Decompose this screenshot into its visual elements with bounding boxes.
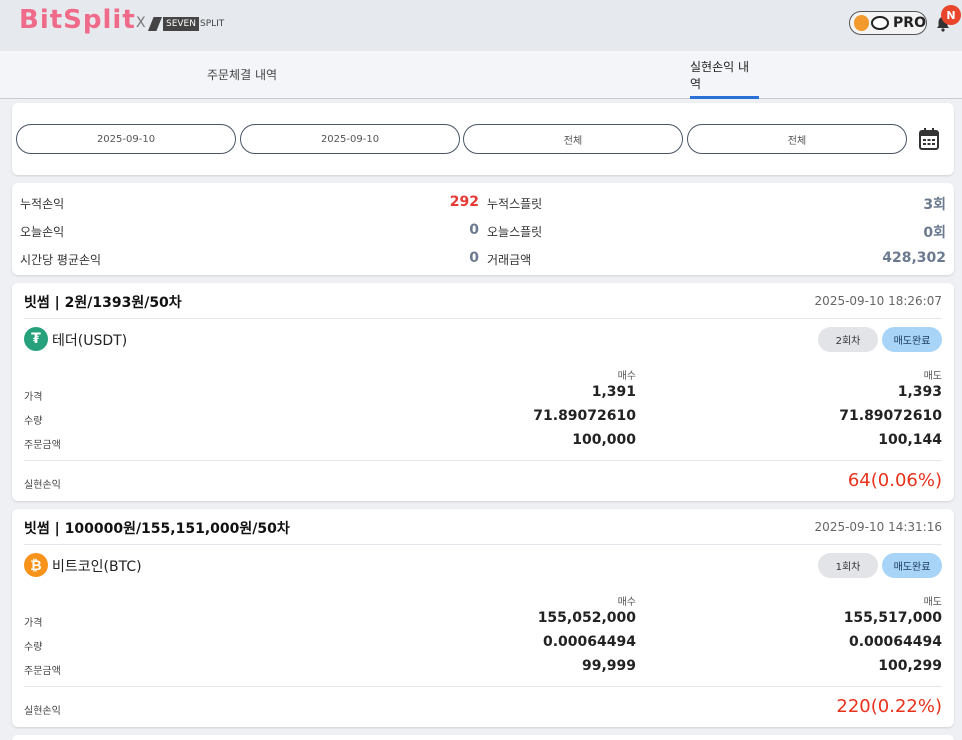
bitsplit-logo[interactable]: BitSplit xyxy=(19,5,136,35)
avg-pnl-label: 시간당 평균손익 xyxy=(20,253,102,267)
divider xyxy=(24,544,942,545)
trade-time: 2025-09-10 18:26:07 xyxy=(814,294,942,308)
fox-mascot-icon xyxy=(854,15,870,31)
pro-label: PRO xyxy=(893,15,926,31)
buy-column-header: 매수 xyxy=(617,371,636,382)
today-pnl-label: 오늘손익 xyxy=(20,225,65,239)
round-badge: 1회차 xyxy=(818,553,878,578)
today-split-label: 오늘스플릿 xyxy=(487,225,543,239)
today-split-value: 0회 xyxy=(923,225,946,241)
logo-separator: X xyxy=(136,15,146,31)
amount-label: 주문금액 xyxy=(24,440,61,451)
buy-price: 1,391 xyxy=(591,384,636,400)
avg-pnl-value: 0 xyxy=(469,250,479,266)
buy-column-header: 매수 xyxy=(617,597,636,608)
usdt-icon: ₮ xyxy=(24,327,48,351)
volume-label: 거래금액 xyxy=(487,253,532,267)
partner-split-text: SPLIT xyxy=(199,19,225,29)
status-badge: 매도완료 xyxy=(882,327,942,352)
trade-title: 빗썸 | 2원/1393원/50차 xyxy=(24,295,182,311)
end-date-field[interactable]: 2025-09-10 xyxy=(240,124,460,154)
sell-qty: 0.00064494 xyxy=(849,634,942,650)
filter-select-2[interactable]: 전체 xyxy=(687,124,907,154)
sell-column-header: 매도 xyxy=(923,597,942,608)
divider xyxy=(24,318,942,319)
pnl-label: 실현손익 xyxy=(24,706,61,717)
sevensplit-logo: SEVEN SPLIT xyxy=(148,17,224,31)
filter-select-1[interactable]: 전체 xyxy=(463,124,683,154)
round-badge: 2회차 xyxy=(818,327,878,352)
start-date-field[interactable]: 2025-09-10 xyxy=(16,124,236,154)
tab-bar: 주문체결 내역 실현손익 내역 xyxy=(0,51,962,99)
today-pnl-value: 0 xyxy=(469,222,479,238)
summary-row: 오늘손익 0 오늘스플릿 0회 xyxy=(12,216,954,244)
slash-mark xyxy=(148,17,162,31)
sell-amount: 100,299 xyxy=(878,658,942,674)
buy-qty: 71.89072610 xyxy=(533,408,636,424)
trade-card-partial[interactable] xyxy=(12,735,954,740)
cum-split-value: 3회 xyxy=(923,197,946,213)
pro-badge[interactable]: PRO xyxy=(849,11,927,35)
trade-card[interactable]: 빗썸 | 2원/1393원/50차 2025-09-10 18:26:07 ₮ … xyxy=(12,283,954,501)
sell-price: 1,393 xyxy=(897,384,942,400)
coin-name: 비트코인(BTC) xyxy=(52,559,142,575)
cum-pnl-label: 누적손익 xyxy=(20,197,65,211)
partner-seven-text: SEVEN xyxy=(163,17,199,31)
panda-mascot-icon xyxy=(871,16,890,30)
summary-row: 시간당 평균손익 0 거래금액 428,302 xyxy=(12,244,954,272)
divider xyxy=(24,686,942,687)
sell-qty: 71.89072610 xyxy=(839,408,942,424)
price-label: 가격 xyxy=(24,392,43,403)
divider xyxy=(24,460,942,461)
price-label: 가격 xyxy=(24,618,43,629)
qty-label: 수량 xyxy=(24,416,43,427)
buy-qty: 0.00064494 xyxy=(543,634,636,650)
btc-icon: ₿ xyxy=(24,553,48,577)
buy-price: 155,052,000 xyxy=(537,610,636,626)
summary-row: 누적손익 292 누적스플릿 3회 xyxy=(12,188,954,216)
pnl-value: 64(0.06%) xyxy=(847,470,942,491)
qty-label: 수량 xyxy=(24,642,43,653)
trade-time: 2025-09-10 14:31:16 xyxy=(814,520,942,534)
amount-label: 주문금액 xyxy=(24,666,61,677)
pnl-value: 220(0.22%) xyxy=(836,696,942,717)
filter-bar: 2025-09-10 2025-09-10 전체 전체 xyxy=(12,103,954,175)
calendar-icon[interactable] xyxy=(919,128,939,150)
cum-pnl-value: 292 xyxy=(449,194,479,210)
buy-amount: 99,999 xyxy=(581,658,636,674)
tab-order-history[interactable]: 주문체결 내역 xyxy=(190,51,294,98)
trade-title: 빗썸 | 100000원/155,151,000원/50차 xyxy=(24,521,290,537)
sell-price: 155,517,000 xyxy=(843,610,942,626)
tab-realized-pnl[interactable]: 실현손익 내역 xyxy=(690,51,759,99)
cum-split-label: 누적스플릿 xyxy=(487,197,543,211)
volume-value: 428,302 xyxy=(882,250,946,266)
pnl-summary: 누적손익 292 누적스플릿 3회 오늘손익 0 오늘스플릿 0회 시간당 평균… xyxy=(12,183,954,275)
notification-badge[interactable]: N xyxy=(941,5,961,25)
sell-column-header: 매도 xyxy=(923,371,942,382)
buy-amount: 100,000 xyxy=(572,432,636,448)
coin-name: 테더(USDT) xyxy=(52,333,128,349)
sell-amount: 100,144 xyxy=(878,432,942,448)
status-badge: 매도완료 xyxy=(882,553,942,578)
trade-card[interactable]: 빗썸 | 100000원/155,151,000원/50차 2025-09-10… xyxy=(12,509,954,727)
app-header: BitSplit X SEVEN SPLIT PRO N xyxy=(0,0,962,51)
pnl-label: 실현손익 xyxy=(24,480,61,491)
